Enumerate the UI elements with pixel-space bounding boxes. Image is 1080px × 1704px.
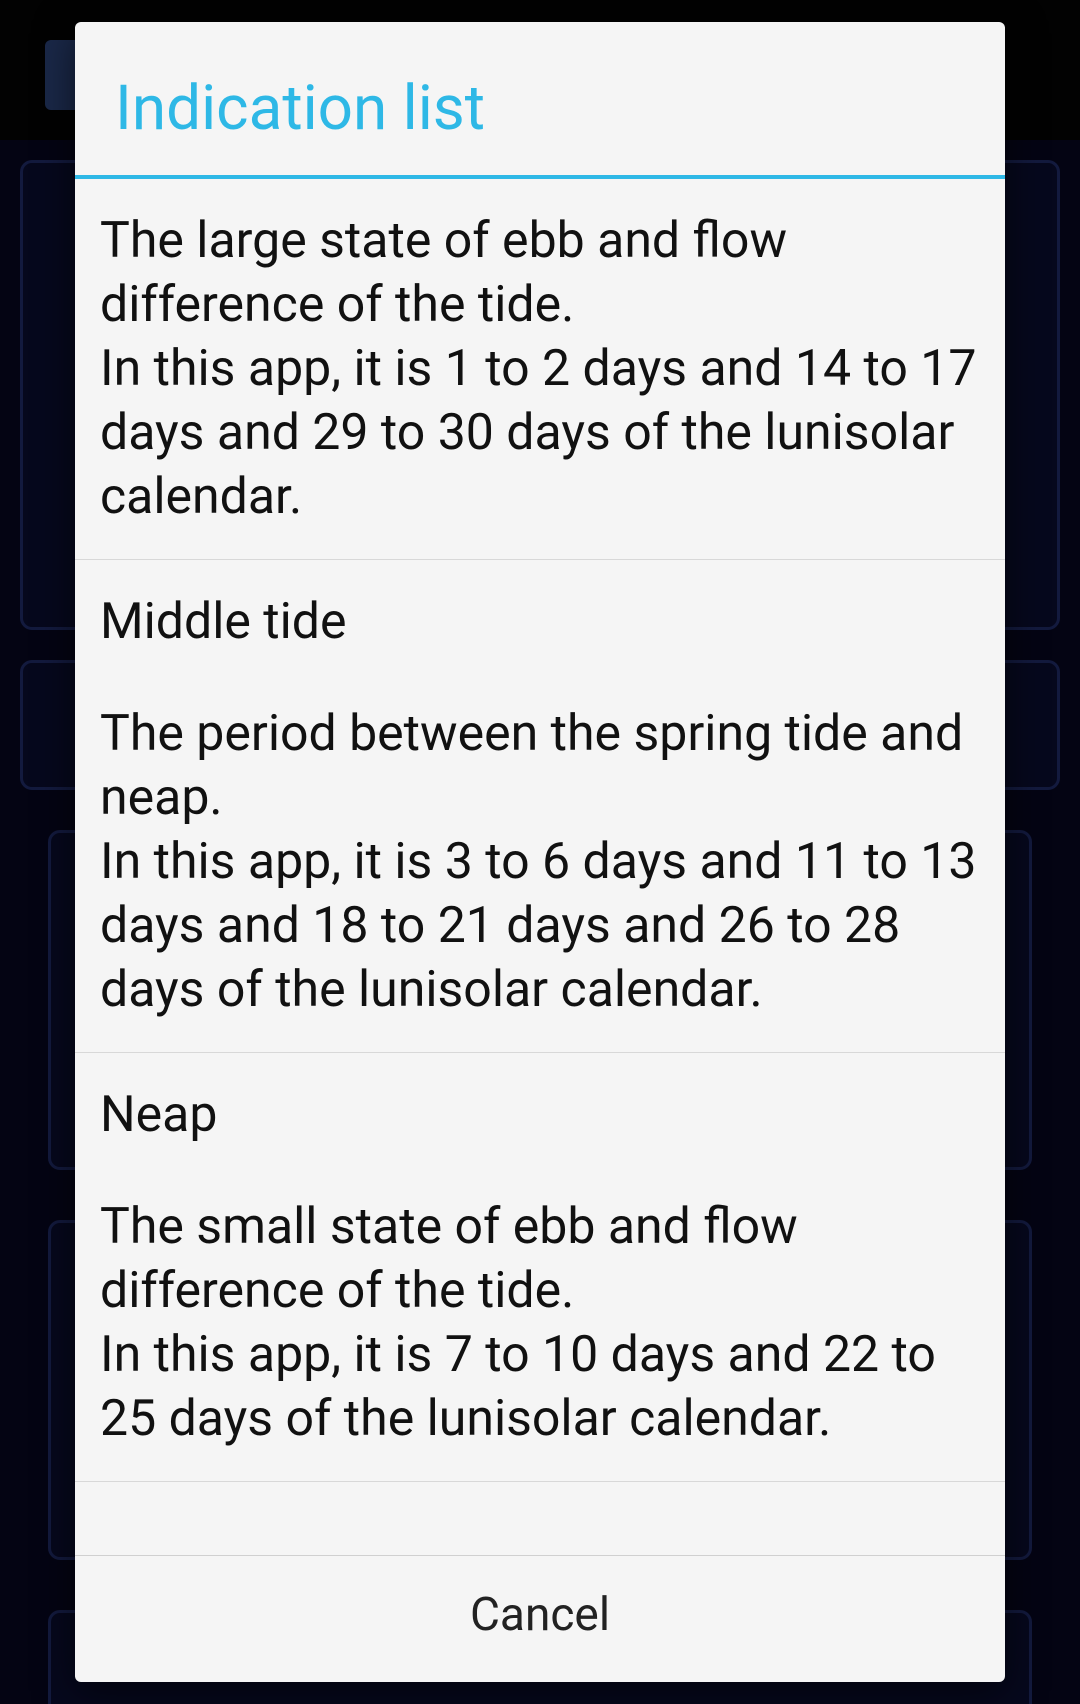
list-item-title: Middle tide xyxy=(100,590,980,654)
list-item-body: The large state of ebb and flow differen… xyxy=(100,212,976,526)
dialog-body[interactable]: The large state of ebb and flow differen… xyxy=(75,179,1005,1555)
list-item-neap[interactable]: Neap The small state of ebb and flow dif… xyxy=(75,1053,1005,1482)
cancel-button[interactable]: Cancel xyxy=(75,1555,1005,1682)
list-item-middle-tide[interactable]: Middle tide The period between the sprin… xyxy=(75,560,1005,1053)
dialog-title: Indication list xyxy=(75,22,1005,179)
list-item-body: The small state of ebb and flow differen… xyxy=(100,1198,936,1448)
indication-list-dialog: Indication list The large state of ebb a… xyxy=(75,22,1005,1682)
list-item-body: The period between the spring tide and n… xyxy=(100,705,976,1019)
list-item-title: Neap xyxy=(100,1083,980,1147)
list-item-spring-tide[interactable]: The large state of ebb and flow differen… xyxy=(75,179,1005,560)
